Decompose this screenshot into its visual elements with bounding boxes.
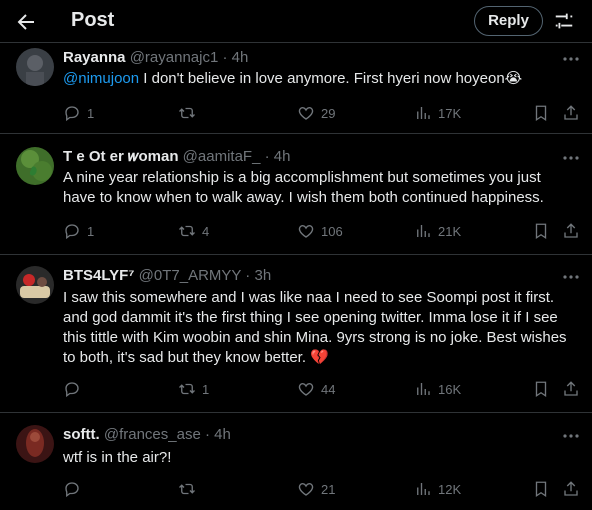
reply-icon — [65, 382, 79, 398]
reply-icon — [65, 106, 79, 122]
avatar[interactable] — [16, 425, 54, 463]
retweet-icon — [179, 383, 195, 395]
bookmark-action[interactable] — [532, 221, 550, 241]
author-handle: @rayannajc1 · 4h — [129, 49, 249, 66]
views-chart-icon — [417, 107, 430, 119]
avatar[interactable] — [16, 48, 54, 86]
reply-count: 1 — [87, 223, 95, 239]
tweet-meta: Rayanna @rayannajc1 · 4h — [63, 49, 248, 66]
author-handle: @aamitaF_ · 4h — [182, 148, 291, 165]
share-action[interactable] — [562, 379, 580, 399]
more-icon[interactable] — [561, 150, 581, 166]
share-action[interactable] — [562, 103, 580, 123]
avatar[interactable] — [16, 266, 54, 304]
reply-button[interactable]: Reply — [474, 6, 543, 36]
author-name[interactable]: Rayanna — [63, 49, 126, 66]
heart-icon — [298, 107, 314, 120]
reply-icon — [65, 482, 79, 498]
tweet-text: A nine year relationship is a big accomp… — [63, 169, 544, 206]
views-action[interactable]: 12K — [414, 479, 461, 499]
share-icon — [564, 223, 578, 238]
more-icon[interactable] — [561, 269, 581, 285]
tweet-actions: 1 4 106 21K — [63, 221, 583, 241]
tweet-3[interactable]: BTS4LYF⁷ @0T7_ARMYY · 3h I saw this some… — [0, 255, 592, 413]
mention-link[interactable]: @nimujoon — [63, 70, 139, 87]
tweet-1[interactable]: Rayanna @rayannajc1 · 4h @nimujoon I don… — [0, 43, 592, 134]
share-icon — [564, 105, 578, 120]
bookmark-action[interactable] — [532, 103, 550, 123]
share-action[interactable] — [562, 221, 580, 241]
tweet-text: wtf is in the air?! — [63, 449, 172, 466]
bookmark-icon — [535, 381, 547, 398]
heart-icon — [298, 383, 314, 396]
avatar[interactable] — [16, 147, 54, 185]
like-action[interactable]: 21 — [297, 479, 335, 499]
share-icon — [564, 381, 578, 396]
retweet-count: 1 — [202, 381, 210, 397]
views-action[interactable]: 21K — [414, 221, 461, 241]
page-title: Post — [71, 9, 115, 31]
tweet-meta: softt. @frances_ase · 4h — [63, 426, 231, 443]
tweet-body: I don't believe in love anymore. First h… — [139, 70, 523, 87]
like-count: 106 — [321, 223, 343, 239]
bookmark-action[interactable] — [532, 379, 550, 399]
more-icon[interactable] — [561, 428, 581, 444]
post-header: Post Reply — [0, 0, 592, 43]
retweet-icon — [179, 107, 195, 119]
tweet-2[interactable]: T e Ot er 𝑤oman @aamitaF_ · 4h A nine ye… — [0, 134, 592, 255]
views-count: 21K — [438, 223, 462, 239]
reply-icon — [65, 224, 79, 240]
bookmark-action[interactable] — [532, 479, 550, 499]
more-icon[interactable] — [561, 51, 581, 67]
reply-count: 1 — [87, 105, 95, 121]
author-name[interactable]: T e Ot er 𝑤oman — [63, 148, 179, 165]
retweet-count: 4 — [202, 223, 210, 239]
author-handle: @0T7_ARMYY · 3h — [138, 267, 272, 284]
retweet-action[interactable] — [178, 479, 202, 499]
author-name[interactable]: BTS4LYF⁷ — [63, 267, 134, 284]
like-count: 21 — [321, 481, 336, 497]
reply-action[interactable]: 1 — [63, 221, 94, 241]
reply-action[interactable]: 1 — [63, 103, 94, 123]
like-count: 29 — [321, 105, 336, 121]
heart-icon — [298, 225, 314, 238]
views-count: 16K — [438, 381, 462, 397]
bookmark-icon — [535, 105, 547, 122]
retweet-icon — [179, 483, 195, 495]
sliders-icon[interactable] — [553, 10, 575, 32]
like-action[interactable]: 44 — [297, 379, 335, 399]
views-chart-icon — [417, 225, 430, 237]
reply-action[interactable] — [63, 479, 87, 499]
retweet-icon — [179, 225, 195, 237]
author-name[interactable]: softt. — [63, 426, 100, 443]
tweet-meta: T e Ot er 𝑤oman @aamitaF_ · 4h — [63, 148, 290, 165]
retweet-action[interactable]: 4 — [178, 221, 209, 241]
share-action[interactable] — [562, 479, 580, 499]
views-chart-icon — [417, 483, 430, 495]
tweet-actions: 21 12K — [63, 479, 583, 499]
like-action[interactable]: 106 — [297, 221, 343, 241]
views-action[interactable]: 16K — [414, 379, 461, 399]
views-chart-icon — [417, 383, 430, 395]
retweet-action[interactable] — [178, 103, 202, 123]
tweet-meta: BTS4LYF⁷ @0T7_ARMYY · 3h — [63, 267, 271, 284]
views-action[interactable]: 17K — [414, 103, 461, 123]
like-count: 44 — [321, 381, 336, 397]
views-count: 12K — [438, 481, 462, 497]
views-count: 17K — [438, 105, 462, 121]
back-arrow-icon[interactable] — [14, 10, 38, 34]
tweet-actions: 1 44 16K — [63, 379, 583, 399]
retweet-action[interactable]: 1 — [178, 379, 209, 399]
bookmark-icon — [535, 223, 547, 240]
tweet-actions: 1 29 17K — [63, 103, 583, 123]
like-action[interactable]: 29 — [297, 103, 335, 123]
heart-icon — [298, 483, 314, 496]
tweet-text: @nimujoon I don't believe in love anymor… — [63, 69, 568, 89]
author-handle: @frances_ase · 4h — [103, 426, 231, 443]
bookmark-icon — [535, 481, 547, 498]
share-icon — [564, 481, 578, 496]
reply-action[interactable] — [63, 379, 87, 399]
tweet-text: I saw this somewhere and I was like naa … — [63, 289, 567, 366]
tweet-4[interactable]: softt. @frances_ase · 4h wtf is in the a… — [0, 413, 592, 510]
